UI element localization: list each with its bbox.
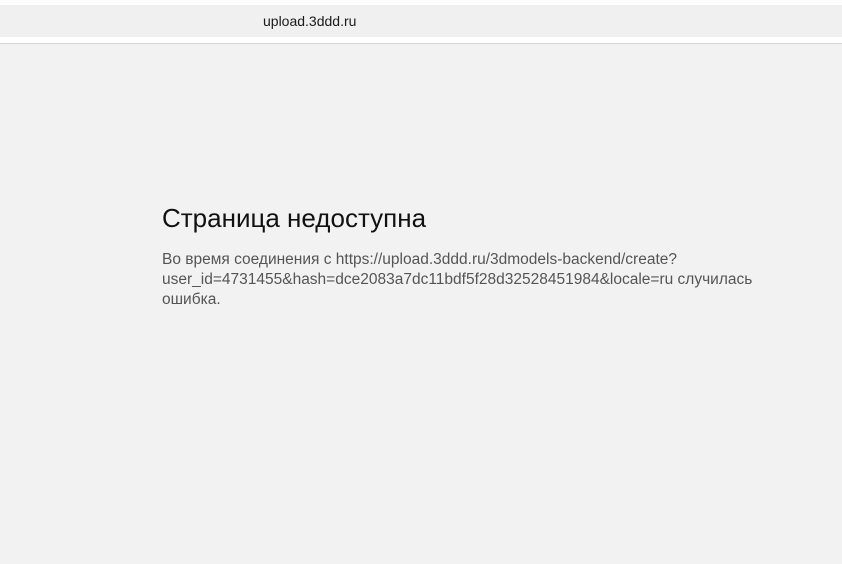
- error-title: Страница недоступна: [162, 203, 427, 233]
- error-message: Во время соединения с https://upload.3dd…: [162, 250, 792, 310]
- error-message-line-2: user_id=4731455&hash=dce2083a7dc11bdf5f2…: [162, 271, 753, 288]
- error-message-line-1: Во время соединения с https://upload.3dd…: [162, 251, 678, 268]
- error-page: upload.3ddd.ru Страница недоступна Во вр…: [0, 0, 842, 564]
- error-message-line-3: ошибка.: [162, 291, 221, 308]
- address-bar[interactable]: upload.3ddd.ru: [0, 5, 842, 37]
- address-url[interactable]: upload.3ddd.ru: [263, 12, 356, 30]
- toolbar-divider: [0, 43, 842, 44]
